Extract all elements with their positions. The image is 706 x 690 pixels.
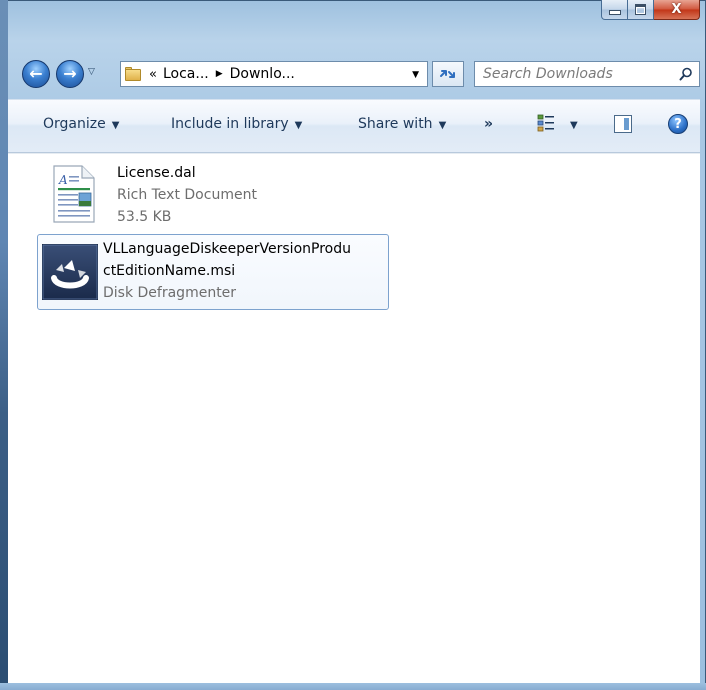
refresh-button[interactable]	[432, 61, 464, 87]
breadcrumb-arrow-icon[interactable]: ▶	[216, 69, 223, 79]
chevron-down-icon: ▼	[294, 120, 303, 131]
command-bar: Organize ▼ Include in library ▼ Share with…	[8, 99, 700, 153]
file-list: A License.dal Rich Text Document 53.5 KB	[8, 153, 700, 684]
address-overflow-chevron[interactable]: «	[149, 67, 157, 82]
share-label: Share with	[358, 116, 433, 132]
minimize-button[interactable]	[601, 0, 628, 20]
recent-pages-button[interactable]: ▽	[88, 67, 98, 77]
navigation-bar: ← → ▽ « Loca... ▶ Downlo... ▼	[22, 57, 700, 91]
arrow-left-icon: ←	[29, 64, 43, 83]
file-name-line-1: VLLanguageDiskeeperVersionProdu	[103, 241, 351, 257]
maximize-button[interactable]	[628, 0, 654, 20]
folder-icon	[125, 67, 141, 81]
include-label: Include in library	[171, 116, 289, 132]
share-with-button[interactable]: Share with ▼	[358, 116, 446, 132]
caption-buttons: X	[601, 0, 700, 20]
chevron-down-icon: ▼	[111, 120, 120, 131]
window-frame-bottom	[0, 683, 706, 690]
window-frame-left	[0, 0, 8, 690]
minimize-icon	[608, 10, 621, 15]
arrow-right-icon: →	[63, 64, 77, 83]
file-type: Rich Text Document	[117, 187, 257, 203]
rich-text-document-icon: A	[53, 165, 95, 223]
breadcrumb-downloads[interactable]: Downlo...	[230, 66, 295, 82]
include-in-library-button[interactable]: Include in library ▼	[171, 116, 302, 132]
close-button[interactable]: X	[654, 0, 700, 20]
search-box[interactable]	[474, 61, 700, 87]
close-icon: X	[671, 2, 682, 17]
file-item-diskeeper-msi[interactable]: VLLanguageDiskeeperVersionProdu ctEditio…	[37, 234, 389, 310]
file-item-license[interactable]: A License.dal Rich Text Document 53.5 KB	[38, 158, 388, 230]
change-view-icon[interactable]	[537, 114, 555, 132]
forward-button[interactable]: →	[56, 60, 84, 88]
chevron-down-icon: ▼	[438, 120, 447, 131]
more-commands-button[interactable]: »	[484, 116, 493, 132]
address-bar[interactable]: « Loca... ▶ Downlo... ▼	[120, 61, 428, 87]
search-input[interactable]	[481, 65, 665, 83]
address-dropdown-icon[interactable]: ▼	[412, 70, 419, 80]
file-name-line-2: ctEditionName.msi	[103, 263, 236, 279]
search-icon[interactable]	[679, 67, 693, 81]
organize-label: Organize	[43, 116, 106, 132]
refresh-icon	[440, 70, 455, 78]
svg-text:A: A	[58, 173, 68, 187]
maximize-icon	[635, 4, 646, 15]
file-type: Disk Defragmenter	[103, 285, 237, 301]
back-button[interactable]: ←	[22, 60, 50, 88]
view-options-chevron-icon[interactable]: ▼	[570, 120, 578, 131]
file-name: License.dal	[117, 165, 196, 181]
organize-button[interactable]: Organize ▼	[43, 116, 119, 132]
help-icon[interactable]: ?	[668, 114, 688, 134]
file-size: 53.5 KB	[117, 209, 172, 225]
disk-defragmenter-icon	[42, 244, 98, 300]
breadcrumb-local[interactable]: Loca...	[163, 66, 209, 82]
preview-pane-icon[interactable]	[614, 115, 632, 133]
